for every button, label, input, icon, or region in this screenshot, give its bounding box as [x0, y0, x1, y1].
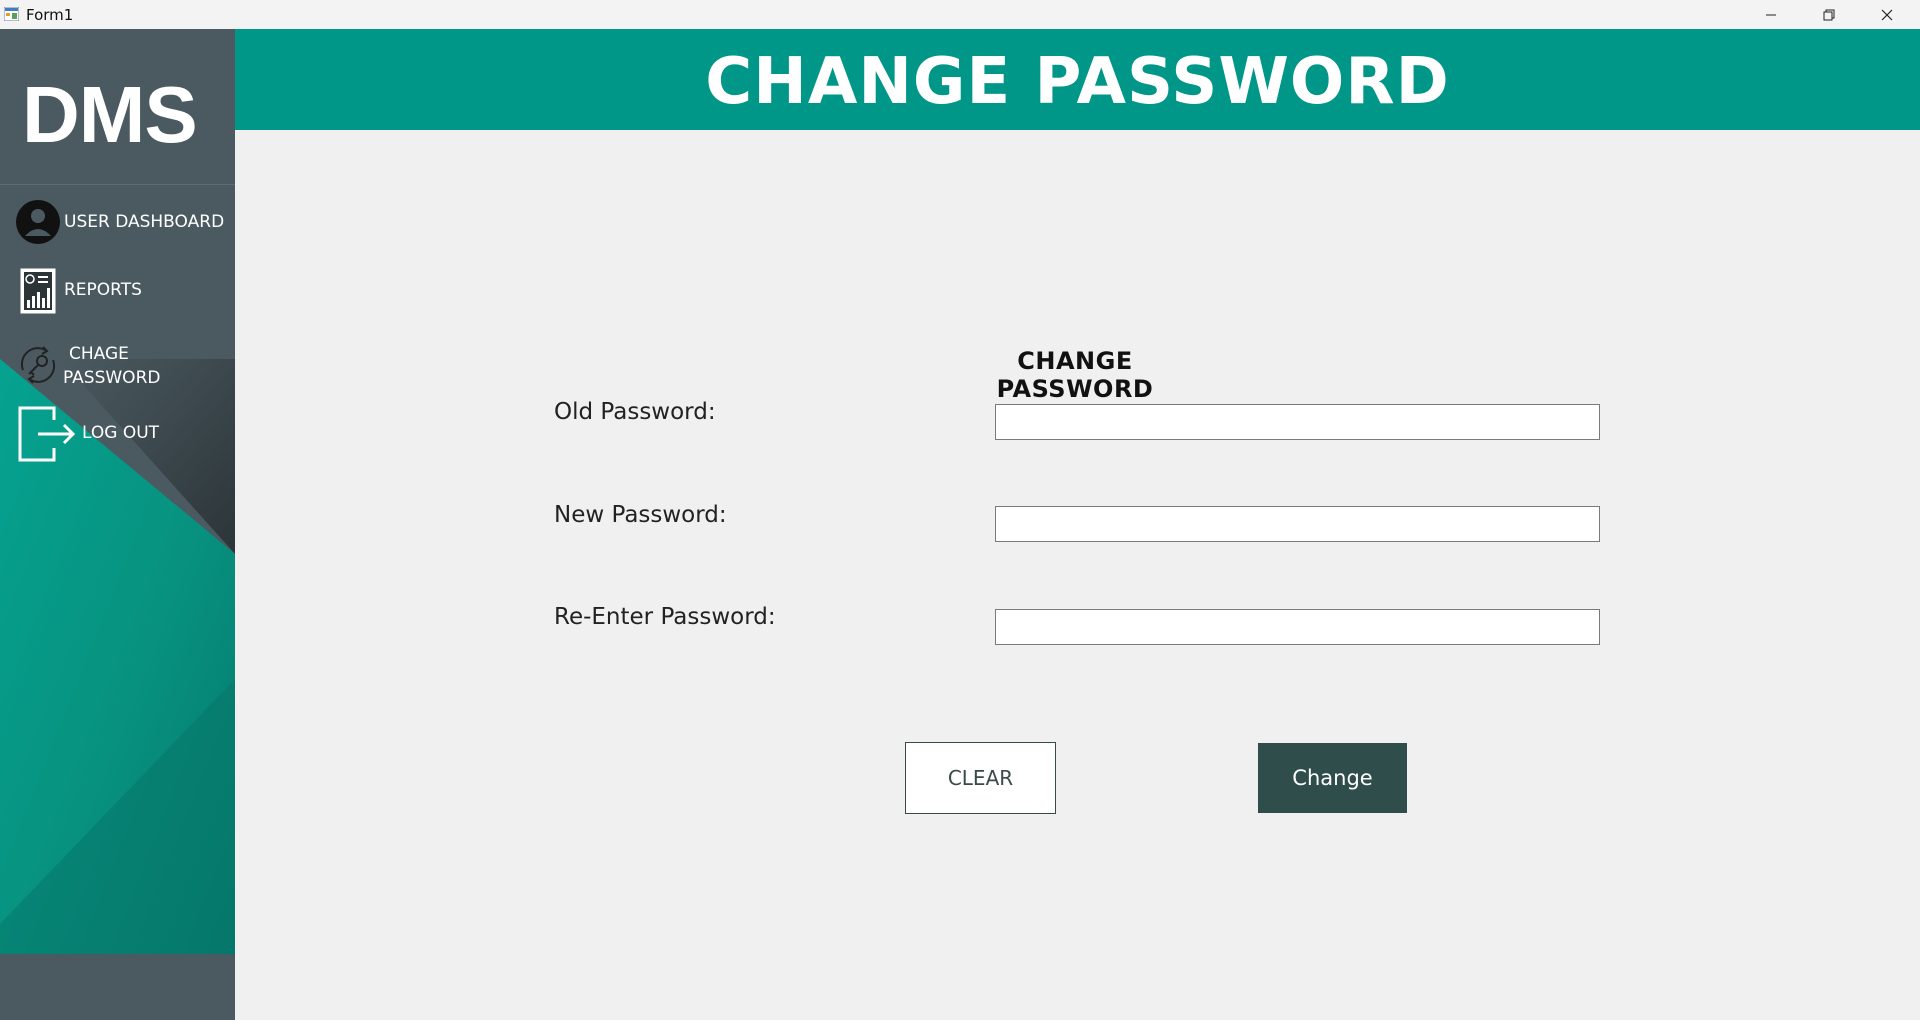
clear-button[interactable]: CLEAR [905, 742, 1056, 814]
sidebar-item-reports[interactable]: REPORTS [0, 264, 235, 320]
old-password-label: Old Password: [554, 399, 716, 425]
restore-icon [1823, 9, 1835, 20]
minimize-button[interactable] [1742, 0, 1800, 29]
sidebar-item-user-dashboard[interactable]: USER DASHBOARD [0, 194, 235, 250]
logo-divider [0, 184, 235, 185]
user-avatar-icon [16, 200, 60, 244]
change-button[interactable]: Change [1258, 743, 1407, 813]
key-refresh-icon [20, 346, 56, 384]
sidebar-item-label: REPORTS [64, 280, 142, 300]
new-password-field[interactable] [995, 506, 1600, 542]
sidebar-item-label: LOG OUT [82, 423, 160, 443]
close-icon [1881, 9, 1893, 20]
reenter-password-field[interactable] [995, 609, 1600, 645]
form-app-icon [4, 7, 19, 21]
new-password-label: New Password: [554, 502, 727, 528]
page-title: CHANGE PASSWORD [705, 45, 1450, 119]
sidebar: DMS USER DASHBOARD REPORTS CHAGE PASSWOR… [0, 29, 235, 1020]
old-password-field[interactable] [995, 404, 1600, 440]
sidebar-item-label-line1: CHAGE [69, 344, 129, 364]
report-chart-icon [20, 268, 56, 314]
sidebar-decoration [0, 359, 235, 1020]
window-title: Form1 [26, 6, 74, 24]
minimize-icon [1766, 14, 1776, 15]
sidebar-item-log-out[interactable]: LOG OUT [0, 404, 235, 462]
sidebar-item-label-line2: PASSWORD [63, 368, 161, 388]
logout-icon [18, 406, 76, 462]
restore-button[interactable] [1800, 0, 1858, 29]
app-logo: DMS [22, 70, 198, 159]
sidebar-item-label: USER DASHBOARD [64, 212, 225, 232]
header-banner: CHANGE PASSWORD [235, 29, 1920, 130]
form-heading: CHANGE PASSWORD [996, 347, 1154, 403]
window-title-bar: Form1 [0, 0, 1920, 30]
close-button[interactable] [1858, 0, 1916, 29]
reenter-password-label: Re-Enter Password: [554, 604, 776, 630]
sidebar-item-change-password[interactable]: CHAGE PASSWORD [0, 334, 235, 396]
